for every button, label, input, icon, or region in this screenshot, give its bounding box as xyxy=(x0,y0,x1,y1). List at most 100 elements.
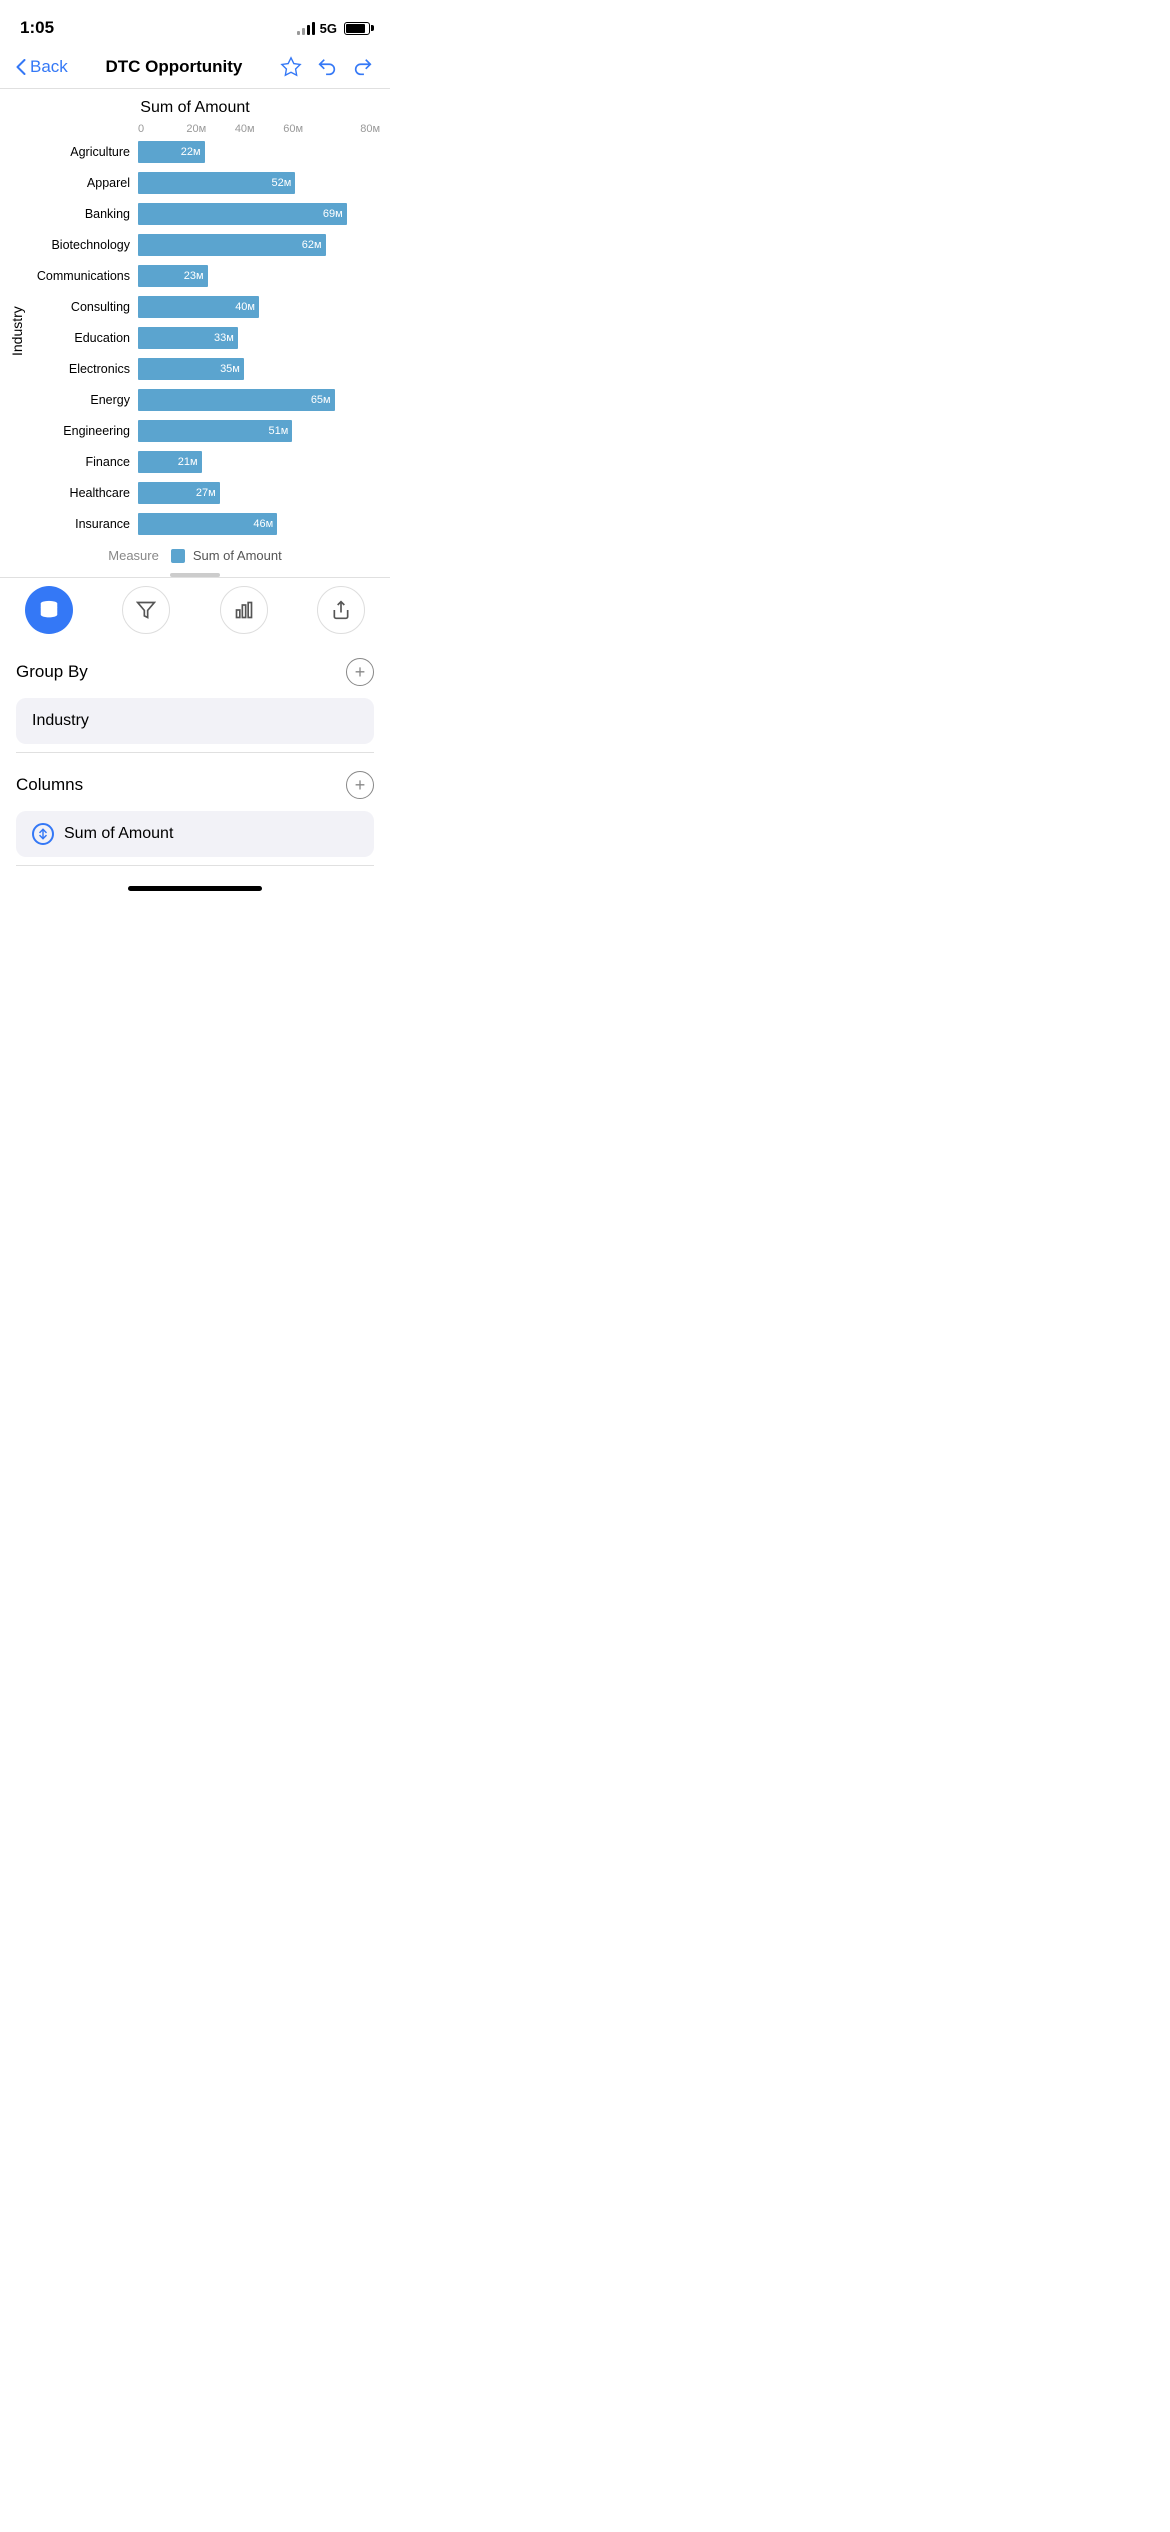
columns-title: Columns xyxy=(16,775,83,795)
status-time: 1:05 xyxy=(20,18,54,38)
toolbar xyxy=(0,577,390,640)
bar-4: 23м xyxy=(138,265,208,287)
bar-container-0: 22м xyxy=(138,141,380,163)
bar-container-12: 46м xyxy=(138,513,380,535)
bar-value-0: 22м xyxy=(181,146,201,158)
bar-1: 52м xyxy=(138,172,295,194)
bar-label-0: Agriculture xyxy=(28,145,138,159)
bar-container-1: 52м xyxy=(138,172,380,194)
chart-row: Biotechnology 62м xyxy=(28,230,380,260)
bar-container-9: 51м xyxy=(138,420,380,442)
legend-measure-label: Measure xyxy=(108,548,159,563)
drag-handle[interactable] xyxy=(0,567,390,577)
sort-icon xyxy=(32,823,54,845)
bar-value-5: 40м xyxy=(235,301,255,313)
bar-value-9: 51м xyxy=(268,425,288,437)
filter-button[interactable] xyxy=(122,586,170,634)
chart-row: Energy 65м xyxy=(28,385,380,415)
share-button[interactable] xyxy=(317,586,365,634)
bar-container-11: 27м xyxy=(138,482,380,504)
home-indicator xyxy=(0,866,390,899)
bar-value-2: 69м xyxy=(323,208,343,220)
bar-container-8: 65м xyxy=(138,389,380,411)
status-icons: 5G xyxy=(297,21,370,36)
bar-label-5: Consulting xyxy=(28,300,138,314)
chart-container: Industry 0 20м 40м 60м 80м Agriculture 2… xyxy=(0,123,390,540)
bar-container-4: 23м xyxy=(138,265,380,287)
bar-label-11: Healthcare xyxy=(28,486,138,500)
bar-value-12: 46м xyxy=(253,518,273,530)
bar-container-6: 33м xyxy=(138,327,380,349)
chart-legend: Measure Sum of Amount xyxy=(0,540,390,567)
legend-color-square xyxy=(171,549,185,563)
home-bar xyxy=(128,886,262,891)
bar-5: 40м xyxy=(138,296,259,318)
chart-row: Agriculture 22м xyxy=(28,137,380,167)
chart-row: Education 33м xyxy=(28,323,380,353)
chart-inner: 0 20м 40м 60м 80м Agriculture 22м Appare… xyxy=(28,123,390,540)
bar-container-2: 69м xyxy=(138,203,380,225)
chart-row: Communications 23м xyxy=(28,261,380,291)
data-button[interactable] xyxy=(25,586,73,634)
bar-container-5: 40м xyxy=(138,296,380,318)
bar-label-3: Biotechnology xyxy=(28,238,138,252)
bar-7: 35м xyxy=(138,358,244,380)
chart-button[interactable] xyxy=(220,586,268,634)
chart-row: Finance 21м xyxy=(28,447,380,477)
group-by-add-button[interactable]: + xyxy=(346,658,374,686)
redo-icon[interactable] xyxy=(352,56,374,78)
bar-10: 21м xyxy=(138,451,202,473)
columns-add-button[interactable]: + xyxy=(346,771,374,799)
chart-row: Banking 69м xyxy=(28,199,380,229)
chart-row: Engineering 51м xyxy=(28,416,380,446)
bar-label-7: Electronics xyxy=(28,362,138,376)
bar-value-7: 35м xyxy=(220,363,240,375)
chart-row: Consulting 40м xyxy=(28,292,380,322)
nav-action-icons xyxy=(280,56,374,78)
group-by-header: Group By + xyxy=(16,640,374,698)
bar-label-8: Energy xyxy=(28,393,138,407)
nav-bar: Back DTC Opportunity xyxy=(0,50,390,89)
bar-label-2: Banking xyxy=(28,207,138,221)
legend-series-label: Sum of Amount xyxy=(193,548,282,563)
chart-row: Insurance 46м xyxy=(28,509,380,539)
battery-icon xyxy=(344,22,370,35)
bar-label-9: Engineering xyxy=(28,424,138,438)
signal-icon xyxy=(297,21,315,35)
page-title: DTC Opportunity xyxy=(105,57,242,77)
chart-title: Sum of Amount xyxy=(0,99,390,117)
config-section: Group By + Industry Columns + Sum of Amo… xyxy=(0,640,390,866)
group-by-item[interactable]: Industry xyxy=(16,698,374,744)
bar-0: 22м xyxy=(138,141,205,163)
y-axis-label: Industry xyxy=(6,123,28,540)
bar-12: 46м xyxy=(138,513,277,535)
bar-value-10: 21м xyxy=(178,456,198,468)
bar-label-12: Insurance xyxy=(28,517,138,531)
group-by-title: Group By xyxy=(16,662,88,682)
bar-container-7: 35м xyxy=(138,358,380,380)
chart-row: Electronics 35м xyxy=(28,354,380,384)
bar-label-6: Education xyxy=(28,331,138,345)
bar-value-1: 52м xyxy=(271,177,291,189)
drag-handle-bar xyxy=(170,573,220,577)
bar-11: 27м xyxy=(138,482,220,504)
columns-item-label: Sum of Amount xyxy=(64,825,173,843)
bar-label-1: Apparel xyxy=(28,176,138,190)
bar-value-6: 33м xyxy=(214,332,234,344)
bar-value-8: 65м xyxy=(311,394,331,406)
chart-rows: Agriculture 22м Apparel 52м Banking 69м … xyxy=(28,137,380,540)
bar-label-10: Finance xyxy=(28,455,138,469)
bar-9: 51м xyxy=(138,420,292,442)
chart-row: Apparel 52м xyxy=(28,168,380,198)
undo-icon[interactable] xyxy=(316,56,338,78)
bar-value-3: 62м xyxy=(302,239,322,251)
back-label: Back xyxy=(30,57,68,77)
network-type: 5G xyxy=(320,21,337,36)
bar-container-10: 21м xyxy=(138,451,380,473)
columns-item[interactable]: Sum of Amount xyxy=(16,811,374,857)
star-icon[interactable] xyxy=(280,56,302,78)
chart-section: Sum of Amount Industry 0 20м 40м 60м 80м… xyxy=(0,89,390,567)
status-bar: 1:05 5G xyxy=(0,0,390,50)
back-button[interactable]: Back xyxy=(16,57,68,77)
chart-row: Healthcare 27м xyxy=(28,478,380,508)
